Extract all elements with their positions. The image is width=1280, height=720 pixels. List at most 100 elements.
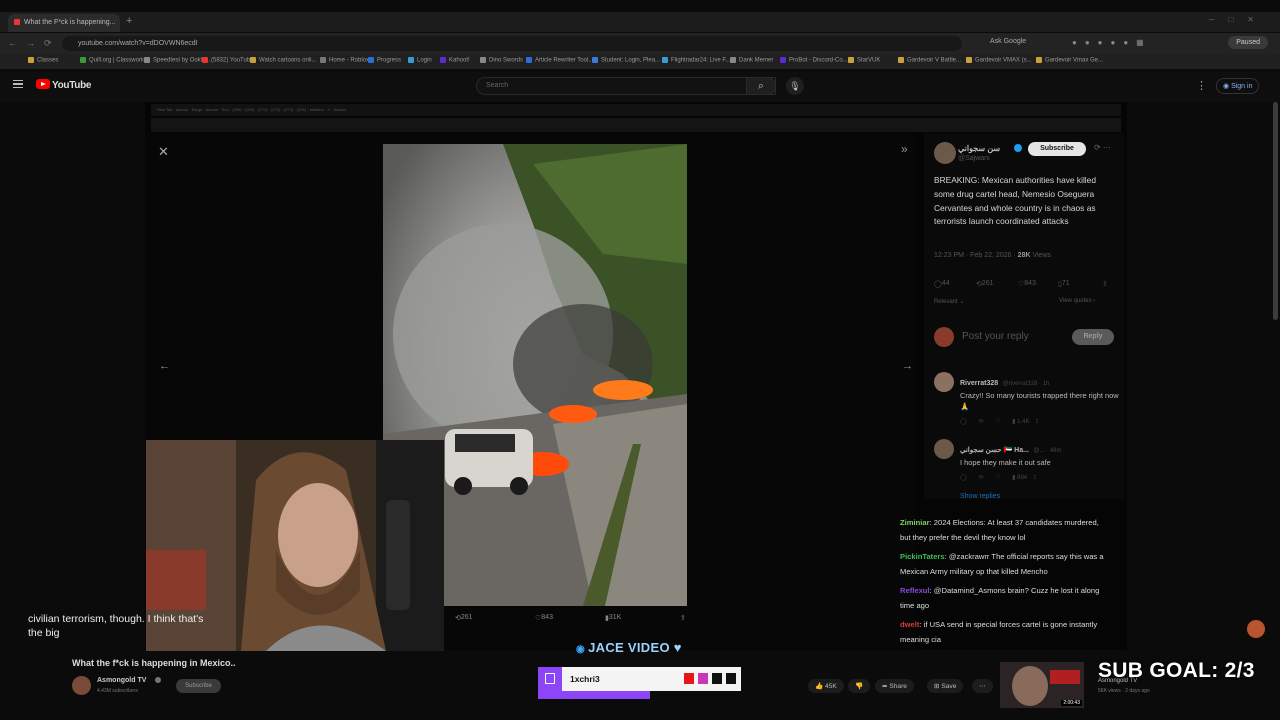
bookmark-item[interactable]: Article Rewriter Tool...	[526, 57, 593, 64]
live-caption: civilian terrorism, though. I think that…	[28, 613, 204, 639]
address-bar[interactable]: youtube.com/watch?v=dDOVWN6ecdI	[62, 36, 962, 51]
bookmark-item[interactable]: Gardevoir Vmax Ge...	[1036, 57, 1103, 64]
bookmark-item[interactable]: Kahoot!	[440, 57, 470, 64]
reply-button[interactable]: Reply	[1072, 329, 1114, 345]
sub-goal-progress	[538, 691, 650, 699]
save-button[interactable]: ⊞ Save	[927, 679, 964, 693]
reply-actions[interactable]: ◯ ⟲ ♡ ▮ 1.4K ⇪	[960, 418, 1120, 425]
bookmark-label: Home - Roblox	[329, 57, 370, 64]
chat-message: Ziminiar: 2024 Elections: At least 37 ca…	[900, 518, 1099, 542]
photo-views[interactable]: ▮ 31K	[605, 614, 621, 622]
like-button[interactable]: 👍 45K	[808, 679, 844, 693]
tweet-views-count: 28K	[1017, 252, 1031, 259]
youtube-logo-icon[interactable]	[36, 79, 50, 89]
sign-in-button[interactable]: ◉ Sign in	[1216, 78, 1260, 94]
bookmark-item[interactable]: Student: Login, Plea...	[592, 57, 660, 64]
author-handle[interactable]: @Sajwani	[958, 155, 990, 162]
bookmark-favicon-icon	[898, 57, 904, 63]
bookmarks-bar: Classes Quill.org | Classwork Speedtest by…	[0, 54, 1280, 69]
chat-username: Ziminiar	[900, 518, 930, 527]
camera-icon: ◉	[576, 644, 589, 655]
sort-relevant[interactable]: Relevant ⌄	[934, 298, 964, 305]
reply-input[interactable]: Post your reply	[962, 331, 1029, 342]
previous-arrow-icon[interactable]: ←	[159, 360, 170, 372]
bookmark-item[interactable]: Login	[408, 57, 432, 64]
bookmark-item[interactable]: Progress	[368, 57, 401, 64]
bookmark-item[interactable]: Dank Memer	[730, 57, 773, 64]
bookmark-favicon-icon	[144, 57, 150, 63]
bookmark-item[interactable]: Classes	[28, 57, 58, 64]
browser-tab[interactable]: What the F*ck is happening...	[8, 14, 120, 32]
subscribe-button[interactable]: Subscribe	[1028, 142, 1086, 156]
youtube-wordmark[interactable]: YouTube	[52, 80, 92, 91]
close-icon[interactable]: ✕	[158, 144, 169, 160]
verified-badge-icon	[1014, 144, 1022, 152]
photo-likes[interactable]: ♡ 843	[535, 614, 553, 622]
show-replies-link[interactable]: Show replies	[960, 493, 1000, 500]
page-scrollbar[interactable]	[1273, 102, 1278, 320]
microphone-icon[interactable]: 🎙	[786, 77, 804, 95]
suggested-video-thumbnail[interactable]: 2:00:43	[1000, 662, 1084, 708]
bookmark-item[interactable]: Gardevoir VMAX (s...	[966, 57, 1032, 64]
bookmark-label: Kahoot!	[449, 57, 470, 64]
chat-username: PickinTaters	[900, 552, 945, 561]
my-avatar	[934, 327, 954, 347]
bookmark-favicon-icon	[408, 57, 414, 63]
bookmark-item[interactable]: (5832) YouTube	[202, 57, 253, 64]
photo-reposts[interactable]: ⟲ 261	[455, 614, 473, 622]
bookmark-favicon-icon	[28, 57, 34, 63]
bookmark-item[interactable]: Dino Swords	[480, 57, 523, 64]
bookmark-favicon-icon	[780, 57, 786, 63]
chat-text: @Datamind_Asmons brain? Cuzz he lost it …	[900, 586, 1100, 610]
share-icon[interactable]: ⇪	[1102, 280, 1108, 288]
author-name[interactable]: سن سجواني	[958, 144, 1000, 153]
search-icon[interactable]: ⌕	[746, 77, 776, 95]
window-controls[interactable]: ─□✕	[1209, 15, 1268, 24]
view-quotes-link[interactable]: View quotes ›	[1059, 298, 1095, 304]
goal-square	[712, 673, 722, 684]
reply-avatar[interactable]	[934, 439, 954, 459]
bookmark-item[interactable]: Flightradar24: Live F...	[662, 57, 730, 64]
bookmark-item[interactable]: StarVUK	[848, 57, 880, 64]
author-avatar[interactable]	[934, 142, 956, 164]
bookmark-item[interactable]: Quill.org | Classwork	[80, 57, 144, 64]
bookmark-favicon-icon	[202, 57, 208, 63]
like-action[interactable]: ♡ 843	[1018, 280, 1036, 288]
subscribe-button[interactable]: Subscribe	[176, 679, 221, 693]
nav-buttons-icon[interactable]: ←→⟳	[8, 38, 61, 49]
chat-text: 2024 Elections: At least 37 candidates m…	[900, 518, 1099, 542]
more-actions-icon[interactable]: ⋯	[972, 679, 993, 693]
reply-actions[interactable]: ◯ ⟲ ♡ ▮ 894 ⇪	[960, 474, 1120, 481]
profile-paused-button[interactable]: Paused	[1228, 36, 1268, 49]
bookmark-favicon-icon	[662, 57, 668, 63]
channel-name[interactable]: Asmongold TV	[97, 677, 146, 684]
reply-author[interactable]: Riverrat328	[960, 380, 998, 387]
channel-avatar[interactable]	[72, 676, 91, 695]
reply-avatar[interactable]	[934, 372, 954, 392]
bookmark-item[interactable]: Speedtest by Ookla...	[144, 57, 210, 64]
bookmark-favicon-icon	[480, 57, 486, 63]
reply-author[interactable]: حسن سجواني 🇦🇪 Ha...	[960, 447, 1029, 454]
bookmark-item[interactable]: Home - Roblox	[320, 57, 369, 64]
new-tab-icon[interactable]: +	[126, 15, 132, 27]
extension-icons[interactable]: ●●●●●▦	[1072, 38, 1152, 47]
bookmark-favicon-icon	[730, 57, 736, 63]
bookmark-item[interactable]: Gardevoir V Battle...	[898, 57, 961, 64]
hamburger-menu-icon[interactable]	[13, 80, 23, 88]
next-arrow-icon[interactable]: →	[902, 360, 913, 372]
reply-action[interactable]: ◯ 44	[934, 280, 950, 288]
bookmark-item[interactable]: Watch cartoons onli...	[250, 57, 316, 64]
ask-google-button[interactable]: Ask Google	[990, 38, 1026, 45]
repost-action[interactable]: ⟲ 261	[976, 280, 994, 288]
bookmark-item[interactable]: ProBot - Discord-Co...	[780, 57, 848, 64]
dislike-icon[interactable]: 👎	[848, 679, 871, 693]
share-button[interactable]: ➦ Share	[875, 679, 914, 693]
bookmark-action[interactable]: ▯ 71	[1058, 280, 1070, 288]
more-options-icon[interactable]: ⋮	[1196, 79, 1207, 92]
photo-share-icon[interactable]: ⇪	[680, 614, 686, 622]
search-input[interactable]: Search	[476, 77, 776, 95]
bookmark-favicon-icon	[966, 57, 972, 63]
expand-panel-icon[interactable]: »	[901, 142, 908, 156]
bookmark-label: Dino Swords	[489, 57, 524, 64]
more-icon[interactable]: ⟳ ⋯	[1094, 143, 1111, 152]
